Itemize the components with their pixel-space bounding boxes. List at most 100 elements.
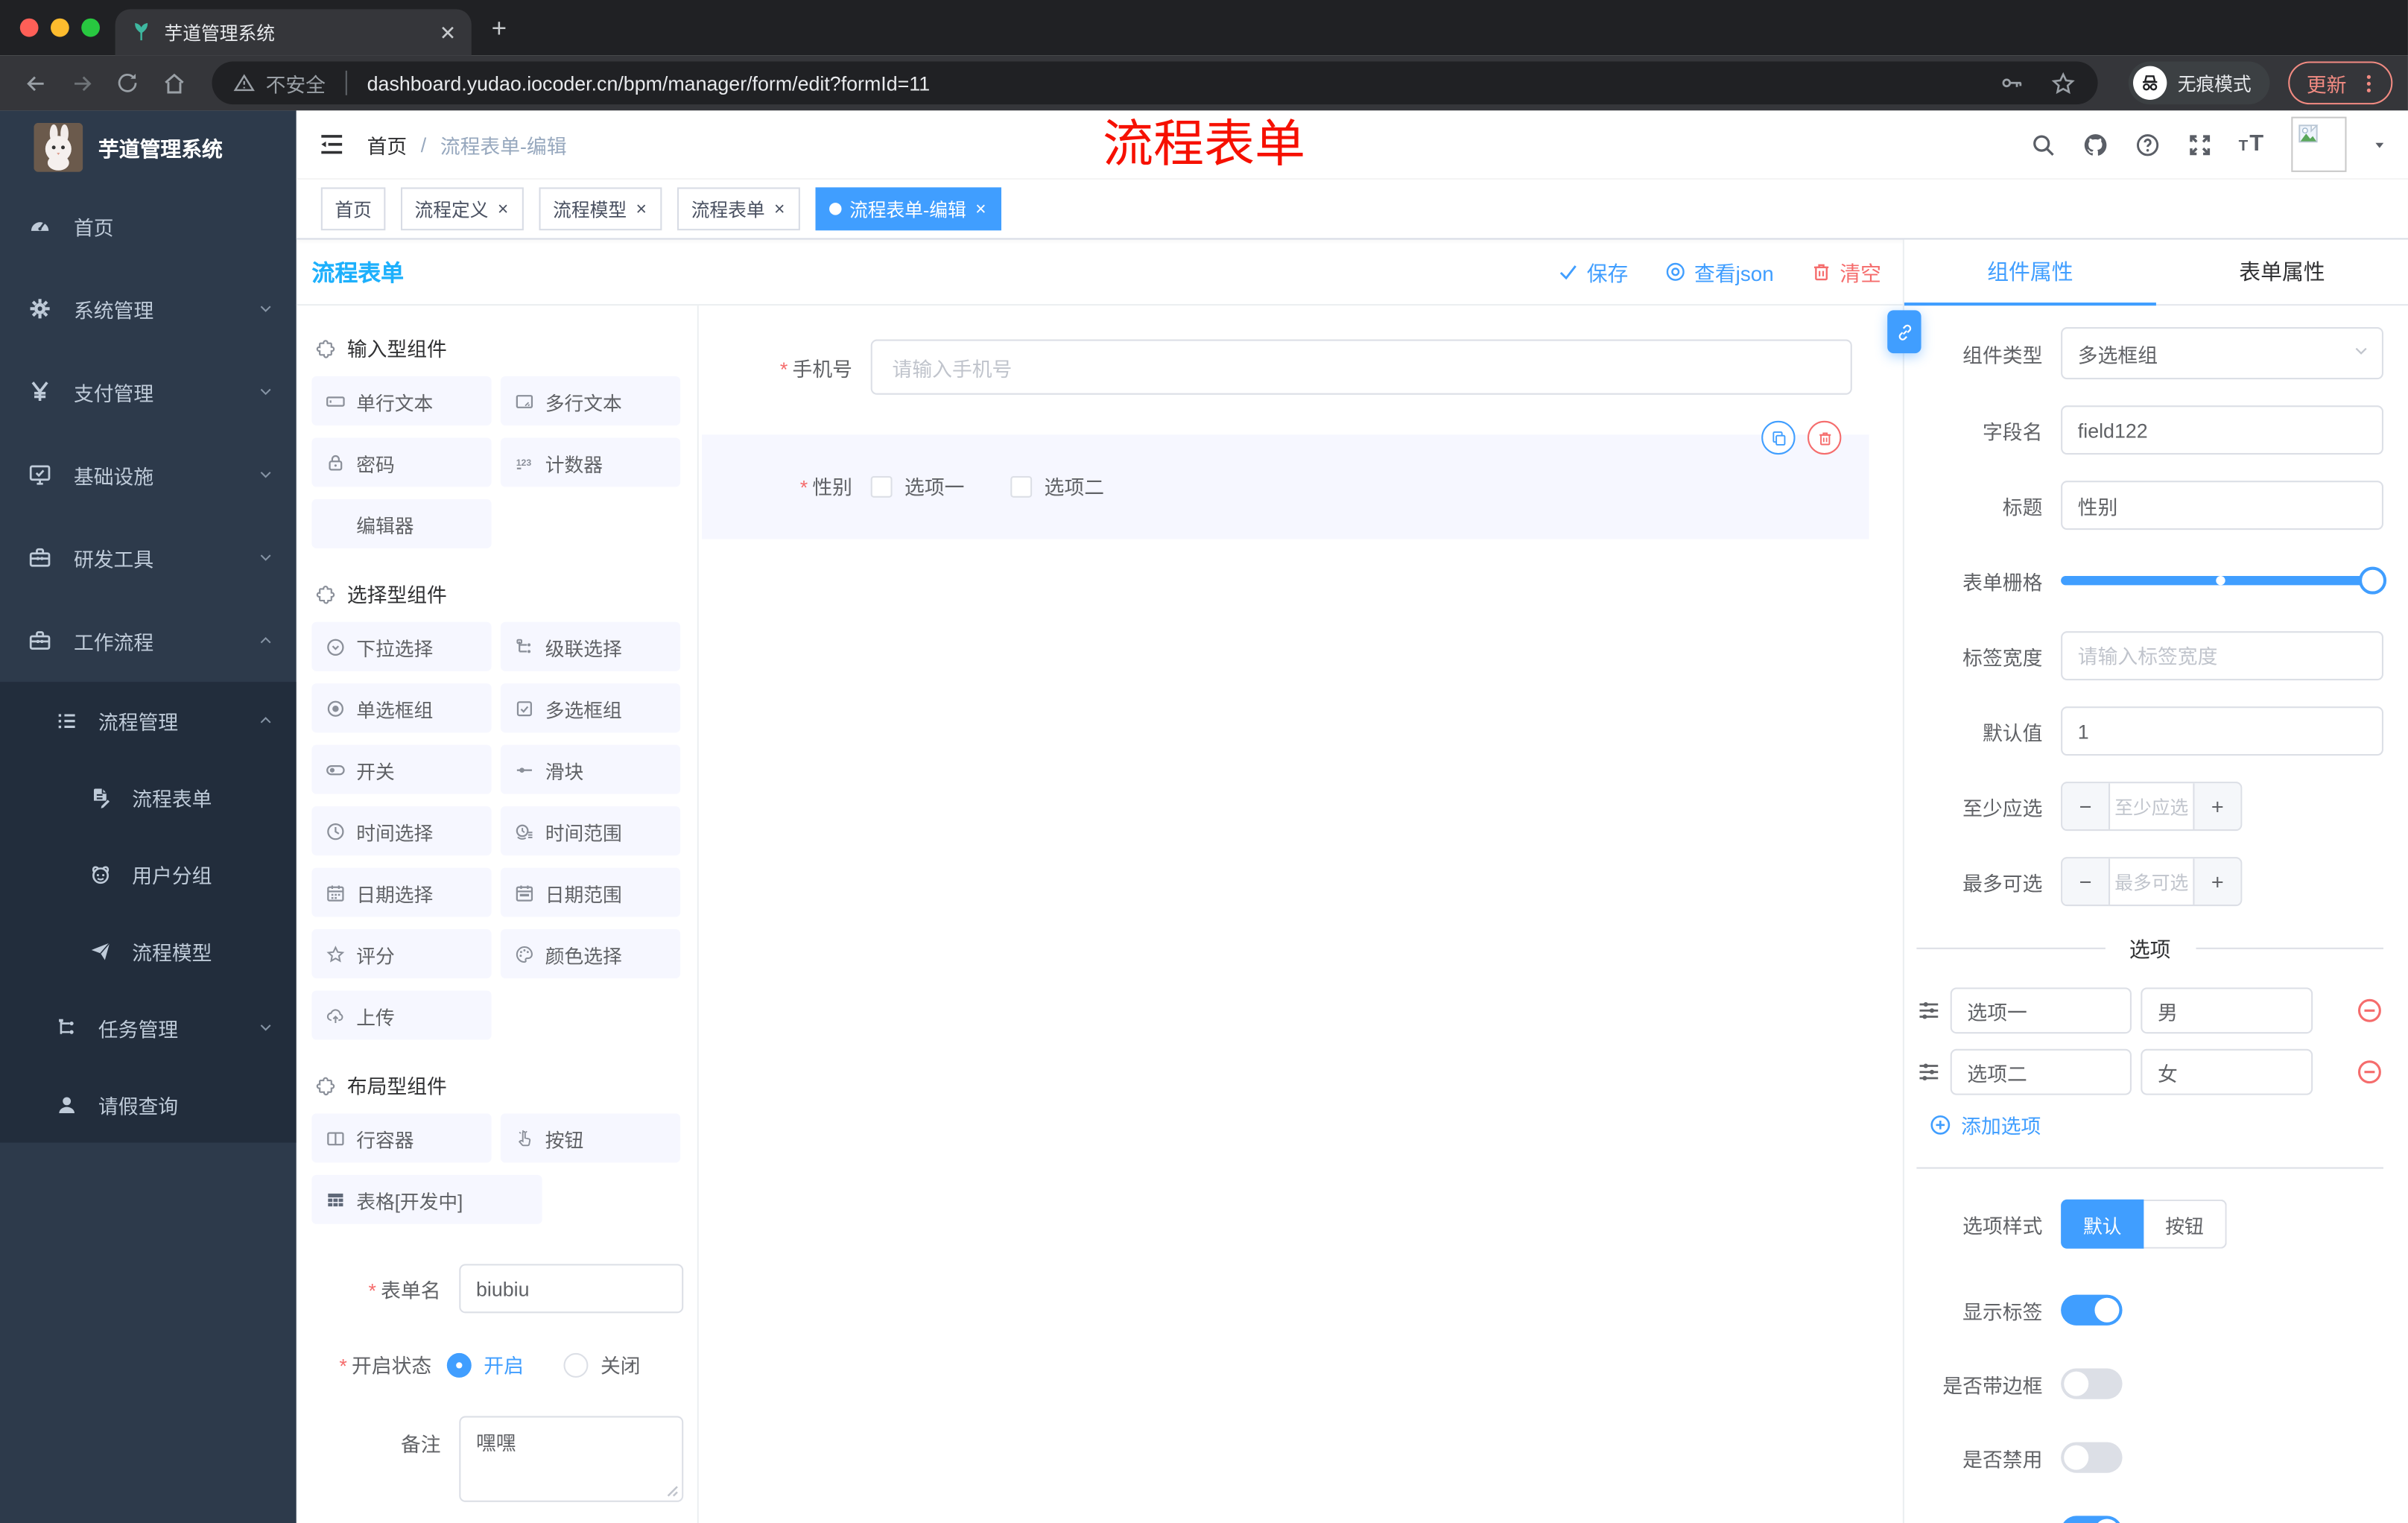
sidebar-item-home[interactable]: 首页 <box>0 184 297 267</box>
style-button-button[interactable]: 按钮 <box>2144 1199 2227 1249</box>
tag-process-form-edit[interactable]: 流程表单-编辑 × <box>815 187 1002 231</box>
browser-update-button[interactable]: 更新 <box>2288 61 2393 105</box>
breadcrumb-home[interactable]: 首页 <box>367 130 408 159</box>
search-icon[interactable] <box>2030 131 2056 157</box>
palette-item-cascader[interactable]: 级联选择 <box>500 621 681 671</box>
tag-close-icon[interactable]: × <box>773 200 787 218</box>
label-width-input[interactable] <box>2061 631 2383 681</box>
option-style-segmented[interactable]: 默认 按钮 <box>2061 1199 2227 1249</box>
palette-item-date-picker[interactable]: 日期选择 <box>311 867 492 917</box>
tab-close-icon[interactable]: ✕ <box>440 22 456 42</box>
fullscreen-icon[interactable] <box>2187 131 2213 157</box>
palette-item-table[interactable]: 表格[开发中] <box>311 1174 542 1224</box>
window-close-button[interactable] <box>19 18 39 37</box>
checkbox-icon[interactable] <box>870 475 893 497</box>
sidebar-item-leave-query[interactable]: 请假查询 <box>0 1066 297 1142</box>
max-select-placeholder[interactable]: 最多可选 <box>2110 858 2193 905</box>
security-label[interactable]: 不安全 <box>266 69 326 98</box>
option-label-input[interactable] <box>1950 987 2132 1034</box>
not-secure-warning-icon[interactable] <box>233 72 255 94</box>
sidebar-item-process-form[interactable]: 流程表单 <box>0 759 297 835</box>
checkbox-icon[interactable] <box>1010 475 1033 497</box>
stepper-increase-button[interactable]: + <box>2193 858 2241 905</box>
palette-item-multi-text[interactable]: 多行文本 <box>500 376 681 425</box>
style-default-button[interactable]: 默认 <box>2061 1199 2144 1249</box>
palette-item-upload[interactable]: 上传 <box>311 990 492 1040</box>
font-size-icon[interactable]: TT <box>2239 130 2266 158</box>
min-select-stepper[interactable]: − 至少应选 + <box>2061 782 2243 832</box>
help-icon[interactable] <box>2134 131 2160 157</box>
drag-handle-icon[interactable] <box>1916 998 1941 1023</box>
browser-tab[interactable]: 芋道管理系统 ✕ <box>115 9 472 56</box>
window-zoom-button[interactable] <box>81 18 100 37</box>
sidebar-item-infra[interactable]: 基础设施 <box>0 433 297 516</box>
palette-item-slider[interactable]: 滑块 <box>500 744 681 794</box>
border-toggle[interactable] <box>2061 1368 2123 1399</box>
default-value-input[interactable] <box>2061 706 2383 756</box>
add-option-button[interactable]: 添加选项 <box>1929 1110 2383 1139</box>
avatar[interactable] <box>2291 116 2347 172</box>
palette-item-time-picker[interactable]: 时间选择 <box>311 806 492 856</box>
tab-form-props[interactable]: 表单属性 <box>2156 240 2408 305</box>
resize-corner-icon[interactable] <box>667 1485 679 1497</box>
view-json-button[interactable]: 查看json <box>1665 256 1774 287</box>
forward-button[interactable] <box>61 63 101 104</box>
palette-item-button[interactable]: 按钮 <box>500 1113 681 1163</box>
clear-button[interactable]: 清空 <box>1810 256 1881 287</box>
status-on-label[interactable]: 开启 <box>484 1350 524 1379</box>
checkbox-option-2[interactable]: 选项二 <box>1010 472 1104 501</box>
min-select-placeholder[interactable]: 至少应选 <box>2110 783 2193 829</box>
disabled-toggle[interactable] <box>2061 1442 2123 1473</box>
duplicate-component-button[interactable] <box>1761 420 1796 455</box>
back-button[interactable] <box>16 63 56 104</box>
sidebar-logo[interactable]: 芋道管理系统 <box>0 110 297 184</box>
remove-option-button[interactable] <box>2356 997 2383 1025</box>
form-name-input[interactable] <box>459 1264 684 1314</box>
palette-item-single-text[interactable]: 单行文本 <box>311 376 492 425</box>
tag-process-model[interactable]: 流程模型 × <box>539 187 662 231</box>
stepper-decrease-button[interactable]: − <box>2062 858 2111 905</box>
palette-item-select[interactable]: 下拉选择 <box>311 621 492 671</box>
sidebar-item-task-manage[interactable]: 任务管理 <box>0 989 297 1066</box>
sidebar-collapse-icon[interactable] <box>318 130 346 158</box>
sidebar-item-payment[interactable]: 支付管理 <box>0 350 297 433</box>
drag-handle-icon[interactable] <box>1916 1060 1941 1084</box>
address-bar[interactable]: 不安全 dashboard.yudao.iocoder.cn/bpm/manag… <box>212 61 2098 105</box>
form-remark-textarea[interactable]: 嘿嘿 <box>459 1416 684 1502</box>
tag-close-icon[interactable]: × <box>496 200 510 218</box>
browser-menu-dots-icon[interactable] <box>2357 72 2380 95</box>
required-toggle[interactable] <box>2061 1516 2123 1523</box>
option-label-input[interactable] <box>1950 1048 2132 1095</box>
delete-component-button[interactable] <box>1807 420 1842 455</box>
option-value-input[interactable] <box>2141 987 2313 1034</box>
palette-item-editor[interactable]: 编辑器 <box>311 498 492 548</box>
avatar-caret-icon[interactable] <box>2373 137 2387 151</box>
tag-close-icon[interactable]: × <box>634 200 648 218</box>
window-minimize-button[interactable] <box>51 18 69 37</box>
palette-item-color-picker[interactable]: 颜色选择 <box>500 929 681 978</box>
form-canvas[interactable]: * 手机号 请输入手机号 * 性别 选项一 选项二 <box>698 305 1903 1523</box>
slider-thumb[interactable] <box>2359 566 2387 595</box>
password-key-icon[interactable] <box>2000 71 2024 95</box>
palette-item-counter[interactable]: 计数器 <box>500 437 681 487</box>
panel-link-handle[interactable] <box>1887 310 1921 354</box>
tag-process-form[interactable]: 流程表单 × <box>677 187 801 231</box>
option-value-input[interactable] <box>2141 1048 2313 1095</box>
sidebar-item-system[interactable]: 系统管理 <box>0 267 297 350</box>
status-off-radio[interactable] <box>563 1352 589 1377</box>
status-off-label[interactable]: 关闭 <box>601 1350 641 1379</box>
canvas-field-phone[interactable]: * 手机号 请输入手机号 <box>702 339 1869 395</box>
sidebar-item-process-model[interactable]: 流程模型 <box>0 912 297 989</box>
save-button[interactable]: 保存 <box>1558 256 1628 287</box>
component-type-select[interactable]: 多选框组 <box>2061 327 2383 380</box>
field-name-input[interactable] <box>2061 405 2383 455</box>
url-text[interactable]: dashboard.yudao.iocoder.cn/bpm/manager/f… <box>367 72 930 95</box>
stepper-decrease-button[interactable]: − <box>2062 783 2111 830</box>
home-button[interactable] <box>153 63 194 104</box>
palette-item-date-range[interactable]: 日期范围 <box>500 867 681 917</box>
canvas-field-gender-selected[interactable]: * 性别 选项一 选项二 <box>701 420 1869 539</box>
bookmark-star-icon[interactable] <box>2050 70 2076 96</box>
palette-item-switch[interactable]: 开关 <box>311 744 492 794</box>
show-label-toggle[interactable] <box>2061 1294 2123 1326</box>
palette-item-rate[interactable]: 评分 <box>311 929 492 978</box>
